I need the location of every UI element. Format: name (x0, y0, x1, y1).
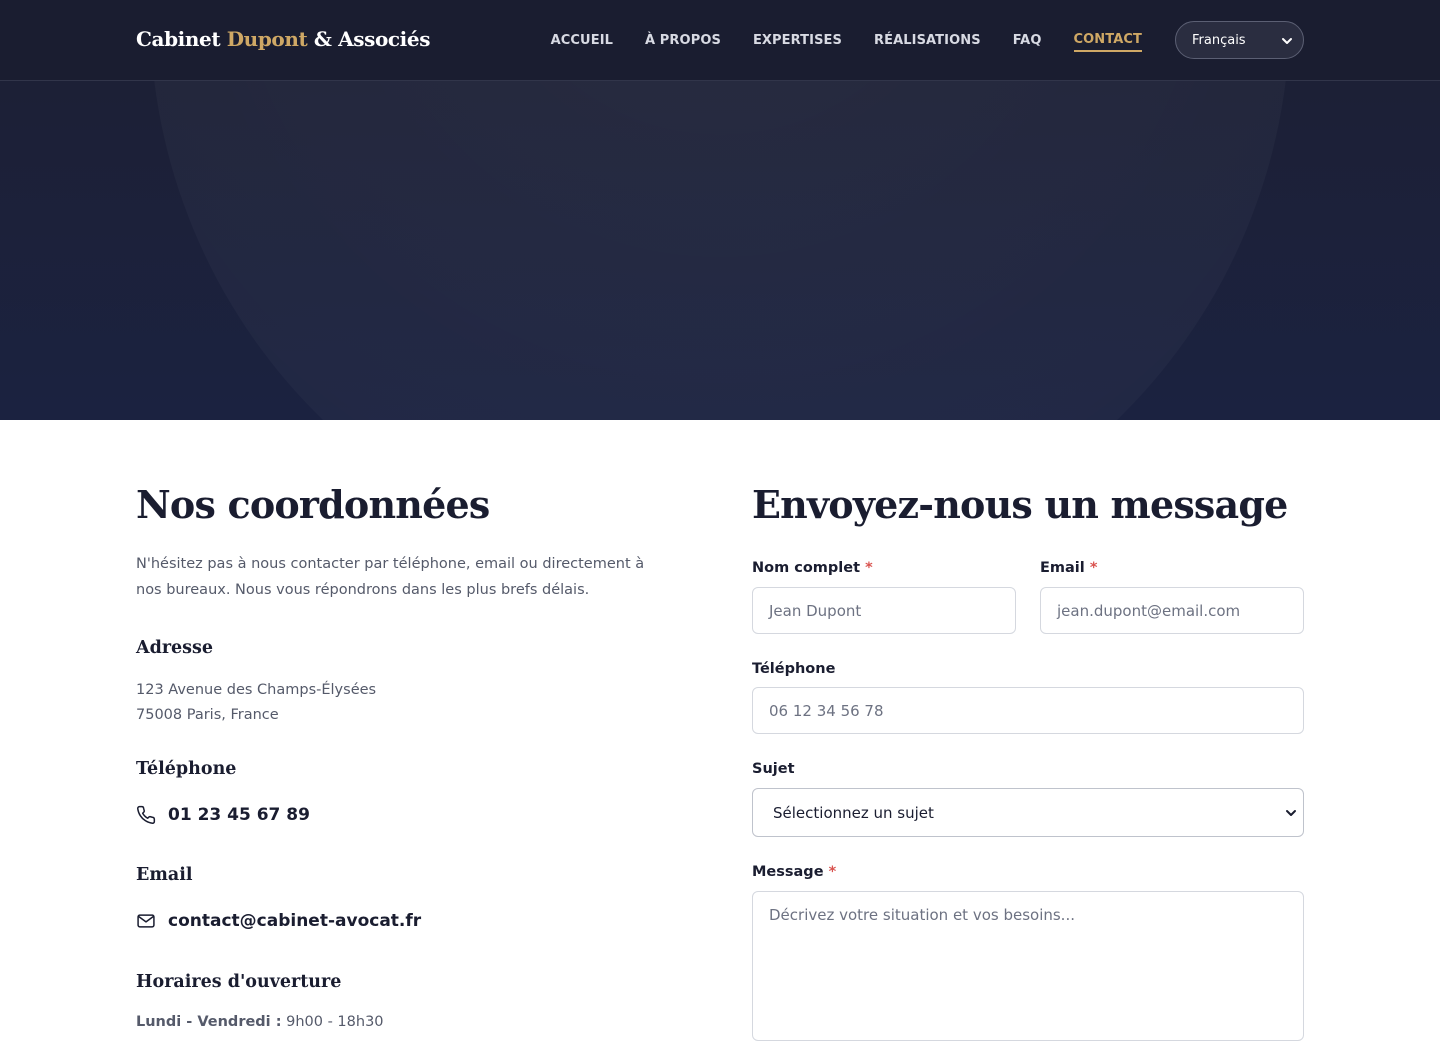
phone-link[interactable]: 01 23 45 67 89 (136, 805, 310, 825)
nav-item-accueil[interactable]: ACCUEIL (551, 33, 613, 51)
phone-input[interactable]: 06 12 34 56 78 (752, 687, 1304, 734)
message-label: Message * (752, 864, 837, 880)
email-group: Email * jean.dupont@email.com (1040, 560, 1304, 634)
phone-label: Téléphone (752, 661, 836, 677)
message-group: Message * Décrivez votre situation et vo… (752, 864, 1304, 1041)
address-line-1: 123 Avenue des Champs-Élysées (136, 682, 377, 698)
language-select-value: Français (1192, 32, 1246, 48)
contact-info-intro: N'hésitez pas à nous contacter par télép… (136, 556, 645, 598)
contact-info-section: Nos coordonnées N'hésitez pas à nous con… (136, 482, 676, 1030)
brand-accent: Dupont (226, 27, 308, 51)
required-mark: * (865, 560, 873, 576)
hours-time: 9h00 - 18h30 (281, 1014, 384, 1030)
nav-item-a-propos[interactable]: À PROPOS (645, 33, 721, 51)
phone-number: 01 23 45 67 89 (168, 805, 310, 825)
subject-group: Sujet Sélectionnez un sujet (752, 761, 1304, 837)
mail-icon (137, 914, 155, 928)
email-label: Email * (1040, 560, 1098, 576)
address-block: 123 Avenue des Champs-Élysées 75008 Pari… (136, 678, 376, 728)
hours-title: Horaires d'ouverture (136, 972, 342, 992)
subject-select[interactable]: Sélectionnez un sujet (752, 788, 1304, 837)
phone-title: Téléphone (136, 759, 237, 779)
name-input[interactable]: Jean Dupont (752, 587, 1016, 634)
hero-banner (0, 81, 1440, 420)
nav-item-contact[interactable]: CONTACT (1073, 32, 1142, 52)
contact-form-section: Envoyez-nous un message Nom complet * Je… (752, 482, 1304, 1041)
phone-group: Téléphone 06 12 34 56 78 (752, 661, 1304, 734)
nav-item-faq[interactable]: FAQ (1013, 33, 1042, 51)
required-mark: * (1089, 560, 1098, 576)
chevron-down-icon (1286, 810, 1296, 816)
email-link[interactable]: contact@cabinet-avocat.fr (136, 911, 421, 931)
required-mark: * (828, 864, 837, 880)
main-menu: ACCUEIL À PROPOS EXPERTISES RÉALISATIONS… (551, 32, 1142, 52)
address-title: Adresse (136, 638, 214, 658)
form-title: Envoyez-nous un message (752, 482, 1288, 527)
email-address: contact@cabinet-avocat.fr (168, 911, 422, 931)
email-title: Email (136, 865, 193, 885)
name-label: Nom complet * (752, 560, 873, 576)
language-select[interactable]: Français (1175, 21, 1304, 59)
contact-info-title: Nos coordonnées (136, 482, 490, 527)
phone-icon (137, 805, 156, 824)
message-textarea[interactable]: Décrivez votre situation et vos besoins.… (752, 891, 1304, 1041)
email-input[interactable]: jean.dupont@email.com (1040, 587, 1304, 634)
top-navigation: Cabinet Dupont & Associés ACCUEIL À PROP… (0, 0, 1440, 81)
name-group: Nom complet * Jean Dupont (752, 560, 1016, 634)
nav-item-realisations[interactable]: RÉALISATIONS (874, 33, 981, 51)
hours-line: Lundi - Vendredi : 9h00 - 18h30 (136, 1014, 384, 1030)
hours-days: Lundi - Vendredi : (136, 1014, 282, 1030)
subject-select-value: Sélectionnez un sujet (773, 803, 934, 822)
brand-logo[interactable]: Cabinet Dupont & Associés (136, 27, 430, 51)
nav-item-expertises[interactable]: EXPERTISES (753, 33, 842, 51)
hero-decorative-circle (150, 81, 1290, 420)
chevron-down-icon (1282, 38, 1292, 44)
subject-label: Sujet (752, 761, 795, 777)
address-line-2: 75008 Paris, France (136, 707, 279, 723)
